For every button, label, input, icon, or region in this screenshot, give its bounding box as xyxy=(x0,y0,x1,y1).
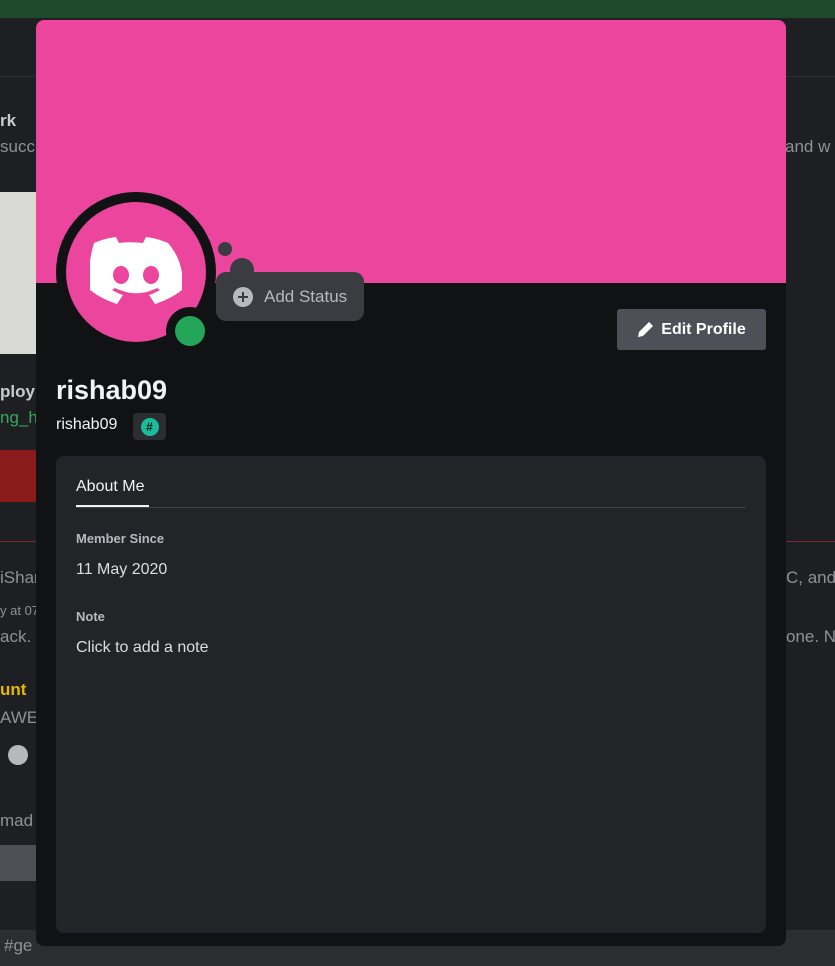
display-name: rishab09 xyxy=(56,375,168,405)
edit-profile-button[interactable]: Edit Profile xyxy=(617,309,766,350)
chat-attachment-image xyxy=(0,192,36,354)
online-status-icon xyxy=(175,316,205,346)
bg-text: and w xyxy=(785,137,831,156)
edit-profile-label: Edit Profile xyxy=(661,320,746,338)
user-profile-modal: Add Status Edit Profile rishab09 rishab0… xyxy=(36,20,786,946)
note-input[interactable]: Click to add a note xyxy=(76,639,209,657)
discord-logo-icon xyxy=(90,237,182,304)
add-status-button[interactable]: Add Status xyxy=(216,272,364,321)
member-since-label: Member Since xyxy=(76,531,165,546)
bg-text: rk xyxy=(0,111,17,130)
avatar-frame xyxy=(56,192,216,355)
bg-text: one. N xyxy=(786,627,835,646)
profile-info-panel: About Me Member Since 11 May 2020 Note C… xyxy=(56,456,766,933)
bg-text: y at 07 xyxy=(0,603,40,618)
pencil-icon xyxy=(638,322,654,337)
bg-text: #ge xyxy=(4,936,33,955)
bg-text: ack. xyxy=(0,627,32,646)
username: rishab09 xyxy=(56,416,118,433)
bg-button xyxy=(0,845,36,881)
status-bubble-dot xyxy=(218,242,232,256)
bg-text: ng_h xyxy=(0,408,38,427)
bg-text: C, and v xyxy=(786,568,835,587)
app-top-bar xyxy=(0,0,835,18)
tab-divider xyxy=(76,507,746,508)
plus-circle-icon xyxy=(233,286,253,307)
hashtag-badge-icon: # xyxy=(140,417,159,436)
user-badge[interactable]: # xyxy=(133,413,166,440)
status-indicator-frame xyxy=(166,307,214,355)
note-label: Note xyxy=(76,609,105,624)
add-status-label: Add Status xyxy=(264,286,348,306)
bg-text: mad xyxy=(0,811,34,830)
bg-text: unt xyxy=(0,680,27,699)
member-since-value: 11 May 2020 xyxy=(76,561,168,578)
bg-text: AWE xyxy=(0,708,39,727)
bg-text: succ xyxy=(0,137,35,156)
chat-attachment-image xyxy=(0,450,36,502)
bg-text: iShar xyxy=(0,568,40,587)
tab-about-me[interactable]: About Me xyxy=(76,478,144,496)
emoji-icon xyxy=(8,745,28,765)
